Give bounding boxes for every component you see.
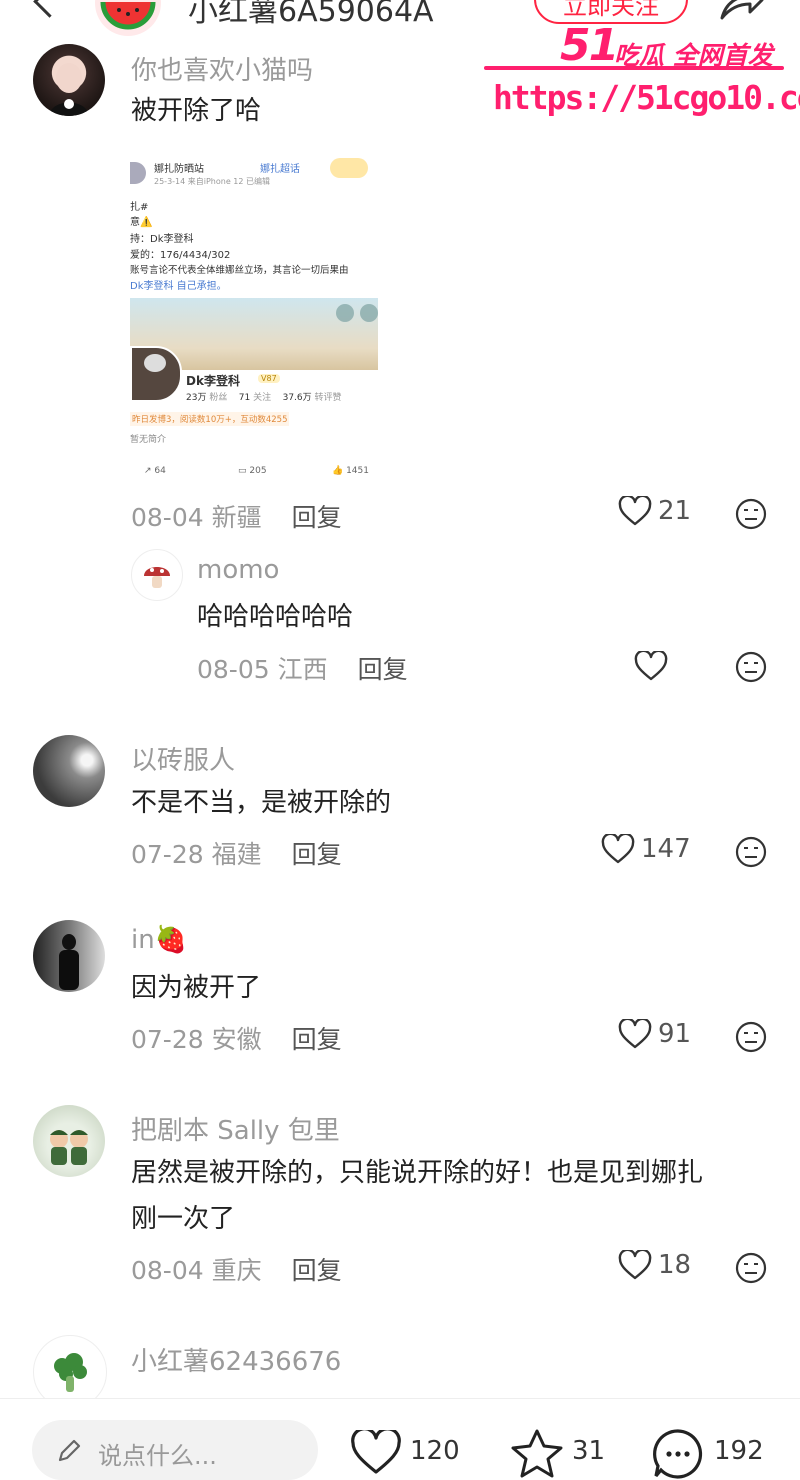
repost-count: ↗ 64 <box>144 466 166 476</box>
badge <box>330 158 368 178</box>
reply-author-name[interactable]: momo <box>197 555 279 585</box>
comment-text-line2: 刚一次了 <box>131 1204 236 1234</box>
comment-text: 不是不当，是被开除的 <box>131 788 392 818</box>
weibo-avatar <box>130 162 146 184</box>
watermelon-icon <box>100 1 156 30</box>
comment-meta: 08-04 新疆 回复 <box>131 498 342 534</box>
avatar[interactable] <box>33 920 105 992</box>
reply-avatar[interactable] <box>131 549 183 601</box>
weibo-supertopic: 娜扎超话 <box>260 164 300 175</box>
dislike-face-icon[interactable] <box>735 1252 767 1284</box>
mushroom-icon <box>144 567 170 588</box>
dislike-face-icon[interactable] <box>735 836 767 868</box>
like-count: 91 <box>658 1019 692 1049</box>
reply-location: 江西 <box>277 655 328 684</box>
comment-date: 08-04 <box>131 503 204 532</box>
comment-location: 新疆 <box>211 503 262 532</box>
dislike-face-icon[interactable] <box>735 498 767 530</box>
profile-name: Dk李登科 <box>186 374 240 388</box>
heart-icon[interactable] <box>634 651 668 681</box>
profile-bio: 暂无简介 <box>130 435 167 445</box>
comment-text: 居然是被开除的，只能说开除的好！也是见到娜扎 <box>131 1158 704 1188</box>
back-arrow-icon[interactable] <box>33 0 66 18</box>
vip-badge: V87 <box>258 374 280 383</box>
reply-text: 哈哈哈哈哈哈 <box>197 602 354 632</box>
weibo-warning: 意⚠️ <box>130 217 153 228</box>
comment-meta: 08-04 重庆 回复 <box>131 1251 342 1287</box>
profile-activity: 昨日发博3，阅读数10万+，互动数4255 <box>130 412 290 426</box>
reply-date: 08-05 <box>197 655 270 684</box>
comment-input-placeholder[interactable]: 说点什么... <box>98 1436 217 1471</box>
post-like-count: 120 <box>410 1436 460 1466</box>
user-photo-icon <box>59 934 79 990</box>
weibo-disclaimer: 账号言论不代表全体维娜丝立场，其言论一切后果由 <box>130 265 349 276</box>
watermark-divider <box>484 66 784 70</box>
like-button[interactable]: 147 <box>601 834 691 864</box>
comment-count: ▭ 205 <box>238 466 267 476</box>
watermark-number: 51 <box>560 20 619 71</box>
comment-author-name[interactable]: 把剧本 Sally 包里 <box>131 1110 340 1147</box>
like-button[interactable]: 21 <box>618 496 691 526</box>
weibo-target: 持：Dk李登科 <box>130 234 194 245</box>
avatar[interactable] <box>33 1105 105 1177</box>
like-count: 21 <box>658 496 692 526</box>
comment-location: 福建 <box>211 840 262 869</box>
post-collect-count: 31 <box>572 1436 606 1466</box>
search-icon <box>336 304 354 322</box>
comment-bubble-icon[interactable] <box>652 1428 704 1480</box>
comment-date: 08-04 <box>131 1256 204 1285</box>
comment-author-name[interactable]: 以砖服人 <box>131 740 235 777</box>
share-icon[interactable] <box>716 0 764 20</box>
reply-button[interactable]: 回复 <box>292 1256 342 1285</box>
like-button[interactable]: 18 <box>618 1250 691 1280</box>
weibo-post-meta: 25-3-14 来自iPhone 12 已编辑 <box>154 177 271 186</box>
comment-author-name[interactable]: in🍓 <box>131 925 187 955</box>
author-name[interactable]: 小红薯6A59064A <box>188 0 434 30</box>
reply-meta: 08-05 江西 回复 <box>197 650 408 686</box>
reply-button[interactable]: 回复 <box>292 1025 342 1054</box>
heart-icon[interactable] <box>350 1430 402 1474</box>
dolls-icon <box>50 1130 88 1165</box>
comment-image-screenshot[interactable]: 娜扎防晒站 娜扎超话 25-3-14 来自iPhone 12 已编辑 扎# 意⚠… <box>130 150 378 482</box>
heart-icon <box>601 834 635 864</box>
comment-author-name[interactable]: 小红薯62436676 <box>131 1341 341 1378</box>
profile-avatar <box>130 346 182 402</box>
comment-author-name[interactable]: 你也喜欢小猫吗 <box>131 50 313 87</box>
comment-meta: 07-28 福建 回复 <box>131 835 342 871</box>
weibo-tag: 扎# <box>130 202 149 213</box>
comment-text: 被开除了哈 <box>131 96 262 126</box>
profile-stats: 23万 粉丝 71 关注 37.6万 转评赞 <box>186 393 342 403</box>
comment-date: 07-28 <box>131 1025 204 1054</box>
heart-icon <box>618 496 652 526</box>
star-icon[interactable] <box>510 1428 564 1478</box>
like-button[interactable]: 91 <box>618 1019 691 1049</box>
reply-button[interactable]: 回复 <box>292 503 342 532</box>
dislike-face-icon[interactable] <box>735 1021 767 1053</box>
top-bar: 小红薯6A59064A 立即关注 <box>0 0 800 40</box>
weibo-stats-line: 爱的：176/4434/302 <box>130 250 231 261</box>
weibo-account-name: 娜扎防晒站 <box>154 164 204 175</box>
comment-meta: 07-28 安徽 回复 <box>131 1020 342 1056</box>
comment-location: 重庆 <box>211 1256 262 1285</box>
comment-location: 安徽 <box>211 1025 262 1054</box>
dislike-face-icon[interactable] <box>735 651 767 683</box>
watermark-url: https://51cgo10.com <box>493 78 800 117</box>
avatar[interactable] <box>33 44 105 116</box>
weibo-disclaimer-2: Dk李登科 自己承担。 <box>130 281 227 292</box>
avatar[interactable] <box>33 735 105 807</box>
comment-date: 07-28 <box>131 840 204 869</box>
heart-icon <box>618 1019 652 1049</box>
author-avatar[interactable] <box>95 0 161 36</box>
heart-icon <box>618 1250 652 1280</box>
reply-button[interactable]: 回复 <box>292 840 342 869</box>
like-count: 147 <box>641 834 691 864</box>
more-icon <box>360 304 378 322</box>
like-count: 18 <box>658 1250 692 1280</box>
comment-text: 因为被开了 <box>131 973 262 1003</box>
pencil-icon <box>58 1439 81 1462</box>
like-count: 👍 1451 <box>332 466 369 476</box>
user-photo-icon <box>49 63 89 116</box>
reply-button[interactable]: 回复 <box>358 655 408 684</box>
post-comment-count: 192 <box>714 1436 764 1466</box>
